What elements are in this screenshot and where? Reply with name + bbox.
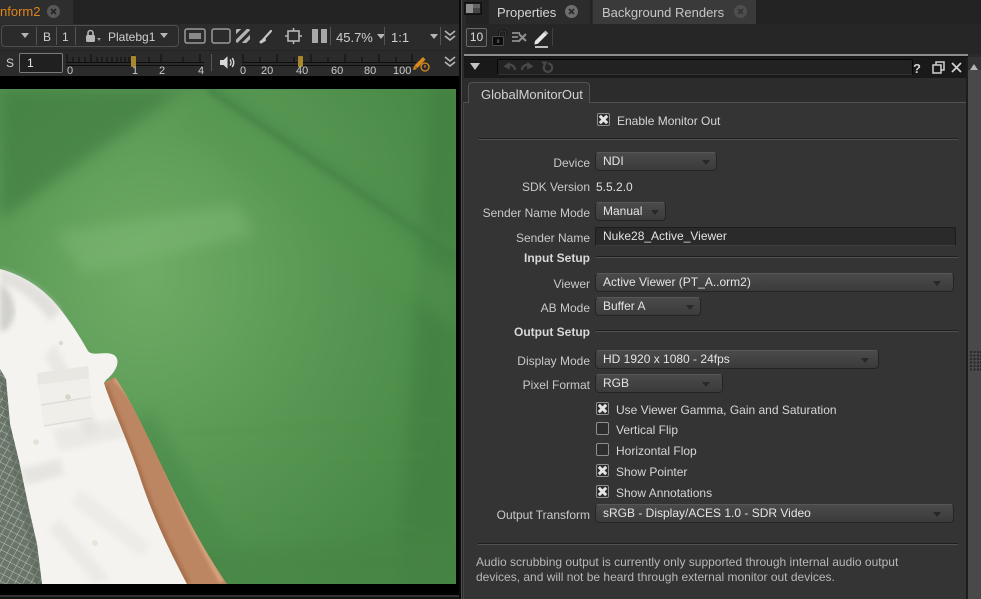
svg-text:20: 20 bbox=[261, 65, 273, 76]
svg-text:0: 0 bbox=[240, 65, 246, 76]
svg-text:100: 100 bbox=[393, 65, 411, 76]
svg-text:2: 2 bbox=[159, 65, 165, 76]
svg-text:60: 60 bbox=[331, 65, 343, 76]
svg-text:1: 1 bbox=[132, 65, 138, 76]
svg-text:80: 80 bbox=[364, 65, 376, 76]
svg-text:4: 4 bbox=[198, 65, 204, 76]
svg-text:40: 40 bbox=[296, 65, 308, 76]
svg-text:0: 0 bbox=[67, 65, 73, 76]
